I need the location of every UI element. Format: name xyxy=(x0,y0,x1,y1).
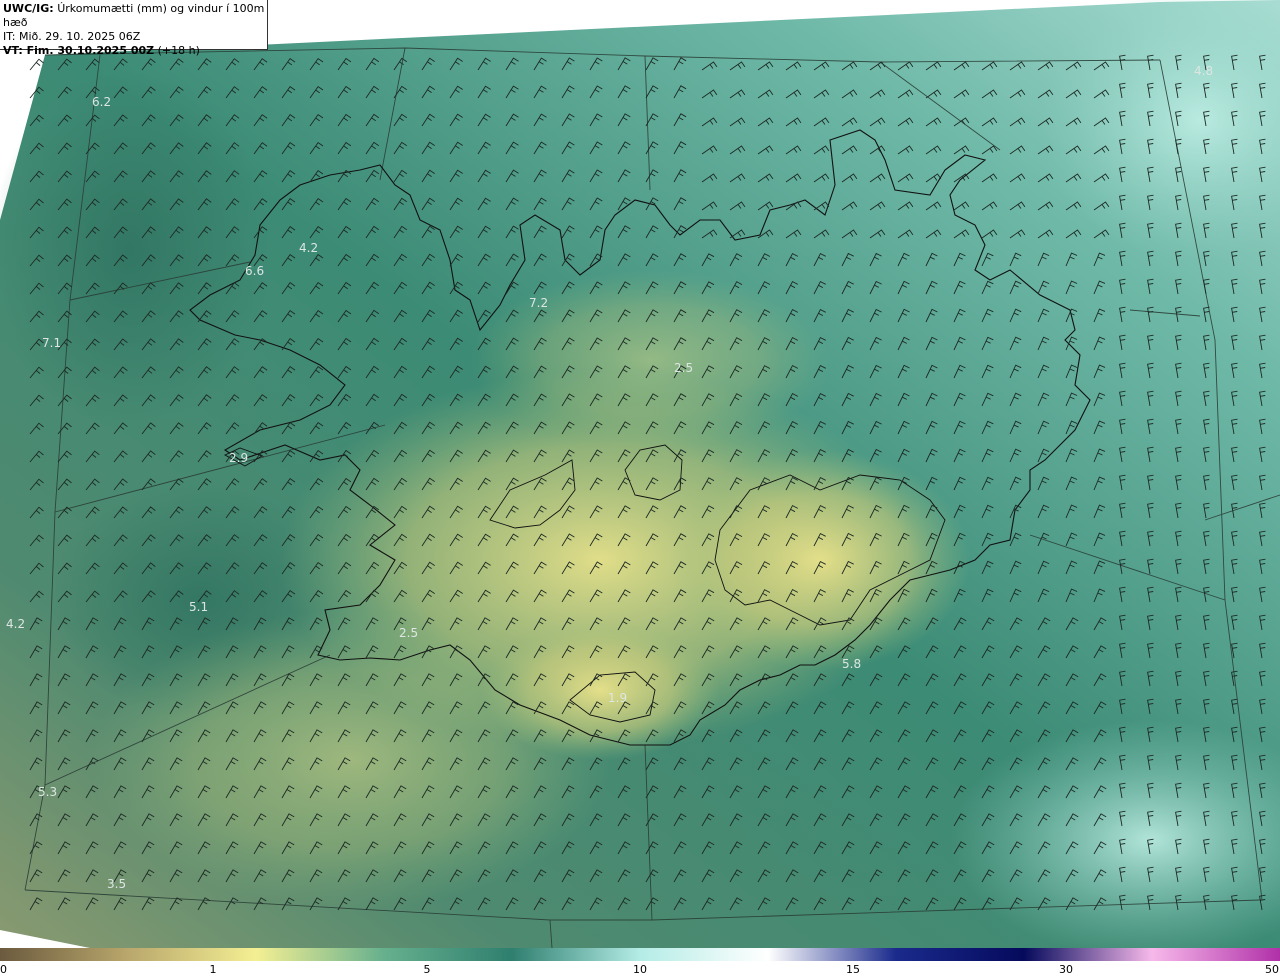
colorbar-tick: 15 xyxy=(846,963,860,976)
precip-area xyxy=(0,70,270,430)
colorbar xyxy=(0,948,1280,961)
value-label: 1.9 xyxy=(608,691,627,705)
value-label: 5.8 xyxy=(842,657,861,671)
value-label: 6.6 xyxy=(245,264,264,278)
map-header: UWC/IG: Úrkomumætti (mm) og vindur í 100… xyxy=(0,0,268,57)
value-label: 7.1 xyxy=(42,336,61,350)
value-label: 2.5 xyxy=(674,361,693,375)
value-label: 4.2 xyxy=(6,617,25,631)
precip-area xyxy=(90,610,610,910)
value-label: 3.5 xyxy=(107,877,126,891)
colorbar-legend: 0 1 5 10 15 30 50 xyxy=(0,948,1280,978)
value-label: 5.3 xyxy=(38,785,57,799)
initial-time: IT: Mið. 29. 10. 2025 06Z xyxy=(3,30,141,43)
precipitation-wind-map: 6.2 4.8 4.2 6.6 7.2 7.1 2.5 2.9 5.1 4.2 … xyxy=(0,0,1280,948)
colorbar-tick: 10 xyxy=(633,963,647,976)
value-label: 6.2 xyxy=(92,95,111,109)
colorbar-tick: 30 xyxy=(1059,963,1073,976)
value-label: 2.5 xyxy=(399,626,418,640)
colorbar-tick: 1 xyxy=(209,963,217,976)
lead-time: (+18 h) xyxy=(157,44,200,57)
value-label: 5.1 xyxy=(189,600,208,614)
value-label: 2.9 xyxy=(229,451,248,465)
colorbar-tick: 50 xyxy=(1265,963,1279,976)
precip-area xyxy=(470,270,830,450)
value-label: 4.8 xyxy=(1194,64,1213,78)
valid-time: VT: Fim. 30.10.2025 00Z xyxy=(3,44,155,57)
value-label: 7.2 xyxy=(529,296,548,310)
model-name: UWC/IG: xyxy=(3,2,54,15)
colorbar-tick: 5 xyxy=(423,963,431,976)
colorbar-tick: 0 xyxy=(0,963,7,976)
value-label: 4.2 xyxy=(299,241,318,255)
